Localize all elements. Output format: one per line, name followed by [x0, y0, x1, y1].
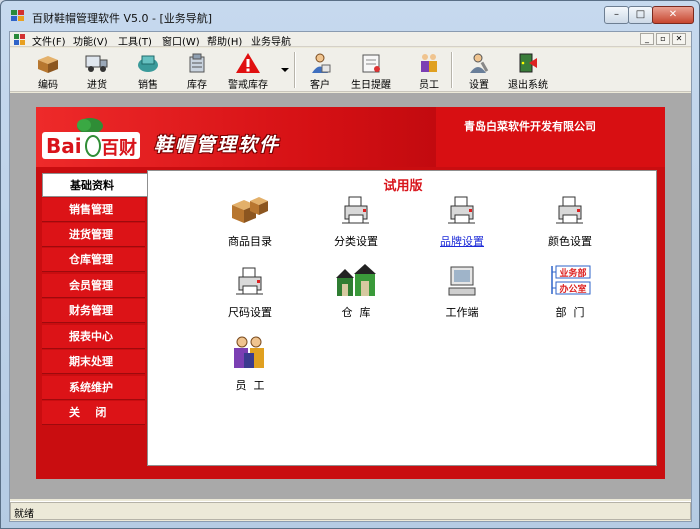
func-workstation[interactable]: 工作端 [412, 264, 512, 320]
func-staff[interactable]: 员 工 [200, 335, 300, 393]
boxes-icon [38, 56, 58, 73]
status-text: 就绪 [14, 509, 34, 520]
department-tag-office: 办公室 [559, 283, 586, 295]
menu-file[interactable]: 文件(F) [32, 33, 66, 48]
nav-sales-management[interactable]: 销售管理 [42, 198, 145, 222]
menu-tools[interactable]: 工具(T) [118, 33, 152, 48]
department-icon: 业务部 办公室 [551, 265, 591, 295]
business-navigation-window: Bai 百财 鞋帽管理软件 青岛白菜软件开发有限公司 基础资料 销售管理 进货管… [36, 107, 665, 479]
birthday-icon [362, 54, 380, 73]
toolbar-sales-button[interactable]: 销售 [124, 49, 172, 91]
menu-help[interactable]: 帮助(H) [207, 33, 242, 48]
app-icon [11, 10, 24, 21]
warehouse-building-icon [336, 264, 376, 296]
printer-icon [448, 196, 475, 224]
nav-report-center[interactable]: 报表中心 [42, 325, 145, 349]
nav-period-end[interactable]: 期末处理 [42, 350, 145, 374]
warehouse-icon [189, 53, 205, 73]
nav-warehouse-management[interactable]: 仓库管理 [42, 248, 145, 272]
settings-icon [470, 53, 489, 73]
func-color-settings[interactable]: 颜色设置 [520, 193, 620, 249]
nav-basic-data[interactable]: 基础资料 [42, 173, 147, 197]
chevron-down-icon[interactable] [281, 68, 289, 72]
func-size-settings[interactable]: 尺码设置 [200, 264, 300, 320]
status-bar: 就绪 [10, 501, 691, 521]
func-product-catalog[interactable]: 商品目录 [200, 193, 300, 249]
menu-bar: 文件(F) 功能(V) 工具(T) 窗口(W) 帮助(H) 业务导航 _ ▫ ✕ [10, 32, 691, 48]
function-panel: 试用版 商品目录 分类设置 品牌设置 颜色设置 尺码设置 仓 库 工作端 业务部… [147, 170, 657, 466]
toolbar-alert-stock-button[interactable]: 警戒库存 [224, 49, 272, 91]
svg-text:Bai: Bai [46, 134, 82, 158]
menu-window[interactable]: 窗口(W) [162, 33, 200, 48]
company-name: 青岛白菜软件开发有限公司 [464, 120, 596, 133]
truck-icon [85, 55, 108, 72]
trial-version-label: 试用版 [383, 179, 423, 194]
title-bar[interactable]: 百财鞋帽管理软件 V5.0 - [业务导航] – □ ✕ [1, 1, 699, 31]
nav-purchase-management[interactable]: 进货管理 [42, 223, 145, 247]
func-brand-settings[interactable]: 品牌设置 [412, 193, 512, 249]
toolbar-separator [451, 52, 453, 88]
exit-icon [519, 53, 537, 73]
client-area: 文件(F) 功能(V) 工具(T) 窗口(W) 帮助(H) 业务导航 _ ▫ ✕… [9, 31, 692, 522]
toolbar-birthday-button[interactable]: 生日提醒 [347, 49, 395, 91]
func-warehouse[interactable]: 仓 库 [306, 264, 406, 320]
toolbar-settings-button[interactable]: 设置 [455, 49, 503, 91]
app-window: 百财鞋帽管理软件 V5.0 - [业务导航] – □ ✕ 文件(F) 功能(V)… [0, 0, 700, 529]
content-area: 基础资料 销售管理 进货管理 仓库管理 会员管理 财务管理 报表中心 期末处理 … [36, 167, 665, 479]
product-name: 鞋帽管理软件 [154, 134, 281, 156]
status-panel [10, 502, 691, 520]
toolbar-exit-button[interactable]: 退出系统 [504, 49, 552, 91]
customer-icon [312, 53, 331, 73]
nav-member-management[interactable]: 会员管理 [42, 274, 145, 298]
svg-text:百财: 百财 [101, 137, 137, 159]
toolbar-code-button[interactable]: 编码 [24, 49, 72, 91]
mdi-restore-button[interactable]: ▫ [656, 33, 670, 45]
toolbar-inventory-button[interactable]: 库存 [173, 49, 221, 91]
window-title: 百财鞋帽管理软件 V5.0 - [业务导航] [32, 12, 213, 25]
computer-icon [448, 266, 476, 296]
nav-system-maintenance[interactable]: 系统维护 [42, 376, 145, 400]
document-icon[interactable] [14, 34, 26, 45]
menu-business-nav[interactable]: 业务导航 [251, 33, 291, 48]
department-tag-business: 业务部 [559, 267, 586, 279]
mdi-close-button[interactable]: ✕ [672, 33, 686, 45]
toolbar-staff-button[interactable]: 员工 [405, 49, 453, 91]
minimize-button[interactable]: – [604, 6, 629, 24]
toolbar-customer-button[interactable]: 客户 [296, 49, 344, 91]
banner: Bai 百财 鞋帽管理软件 青岛白菜软件开发有限公司 [36, 107, 665, 167]
mdi-minimize-button[interactable]: _ [640, 33, 654, 45]
nav-close[interactable]: 关 闭 [42, 401, 145, 425]
sales-icon [138, 55, 158, 72]
staff-icon [421, 54, 437, 72]
warning-icon [236, 53, 260, 73]
staff-icon [234, 336, 264, 368]
printer-icon [236, 267, 263, 295]
toolbar-purchase-button[interactable]: 进货 [73, 49, 121, 91]
printer-icon [342, 196, 369, 224]
nav-finance-management[interactable]: 财务管理 [42, 299, 145, 323]
func-category-settings[interactable]: 分类设置 [306, 193, 406, 249]
menu-function[interactable]: 功能(V) [73, 33, 108, 48]
company-logo: Bai 百财 [42, 118, 140, 159]
printer-icon [556, 196, 583, 224]
func-department[interactable]: 业务部 办公室 部 门 [520, 264, 620, 320]
boxes-icon [232, 197, 268, 223]
mdi-workspace: Bai 百财 鞋帽管理软件 青岛白菜软件开发有限公司 基础资料 销售管理 进货管… [10, 93, 691, 499]
toolbar: 编码 进货 销售 库存 警戒库存 客户 生日提醒 员工 设置 退出系统 [10, 48, 691, 92]
maximize-button[interactable]: □ [628, 6, 653, 24]
close-button[interactable]: ✕ [652, 6, 694, 24]
